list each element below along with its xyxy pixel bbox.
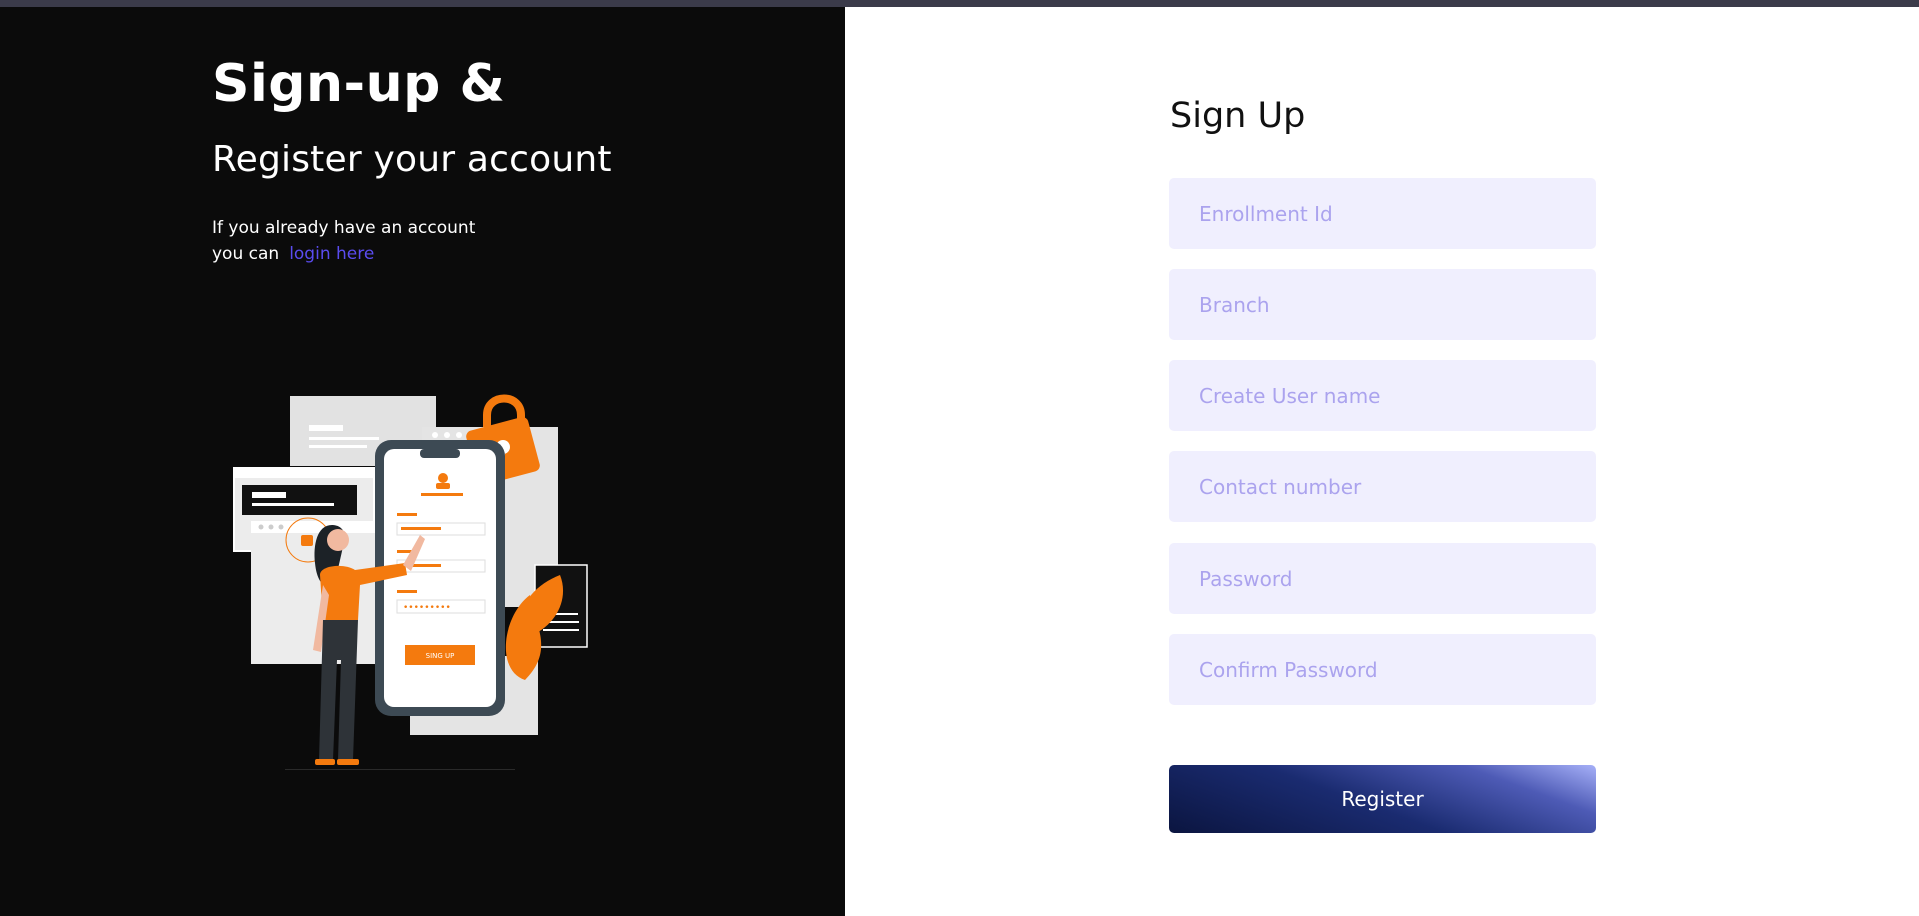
phone-password-mask: ••••••••• <box>403 603 451 613</box>
phone-field-label <box>397 513 417 516</box>
window-dot <box>278 524 284 530</box>
form-title: Sign Up <box>1170 96 1306 136</box>
window-dot <box>444 432 450 438</box>
phone-field-text <box>401 527 441 530</box>
browser-top-bar <box>0 0 1919 7</box>
left-window-bar <box>234 468 374 478</box>
woman-shoe-right <box>337 759 359 765</box>
window-line <box>543 629 579 631</box>
hero-note-prefix: you can <box>212 244 280 264</box>
window-line <box>252 492 286 498</box>
hero-login-note: If you already have an account you can lo… <box>212 215 475 267</box>
window-dot <box>258 524 264 530</box>
confirm-password-input[interactable] <box>1169 634 1596 705</box>
password-input[interactable] <box>1169 543 1596 614</box>
branch-input[interactable] <box>1169 269 1596 340</box>
register-button[interactable]: Register <box>1169 765 1596 833</box>
woman-face <box>327 529 349 551</box>
phone-notch <box>420 449 460 458</box>
thumbs-up-icon <box>301 535 313 546</box>
phone-heading-line <box>421 493 463 496</box>
signup-illustration: ••••••••• SING UP <box>233 394 588 770</box>
user-avatar-icon <box>438 473 448 483</box>
window-line <box>252 503 334 506</box>
hero-note-line1: If you already have an account <box>212 218 476 238</box>
window-dot <box>268 524 274 530</box>
contact-number-input[interactable] <box>1169 451 1596 522</box>
woman-legs <box>319 620 358 760</box>
window-line <box>309 437 379 440</box>
user-avatar-body <box>436 483 450 489</box>
window-line <box>309 445 367 448</box>
left-window-panel <box>242 485 357 515</box>
login-here-link[interactable]: login here <box>289 244 374 264</box>
ground-line <box>285 769 515 770</box>
hero-note-line2: you can login here <box>212 241 475 267</box>
create-username-input[interactable] <box>1169 360 1596 431</box>
enrollment-id-input[interactable] <box>1169 178 1596 249</box>
hero-title: Sign-up & <box>212 54 506 114</box>
hero-subtitle: Register your account <box>212 139 612 180</box>
window-dot <box>456 432 462 438</box>
woman-shoe-left <box>315 759 335 765</box>
window-line <box>309 425 343 431</box>
phone-field-label <box>397 590 417 593</box>
phone-signup-label: SING UP <box>426 652 455 660</box>
window-dot <box>432 432 438 438</box>
